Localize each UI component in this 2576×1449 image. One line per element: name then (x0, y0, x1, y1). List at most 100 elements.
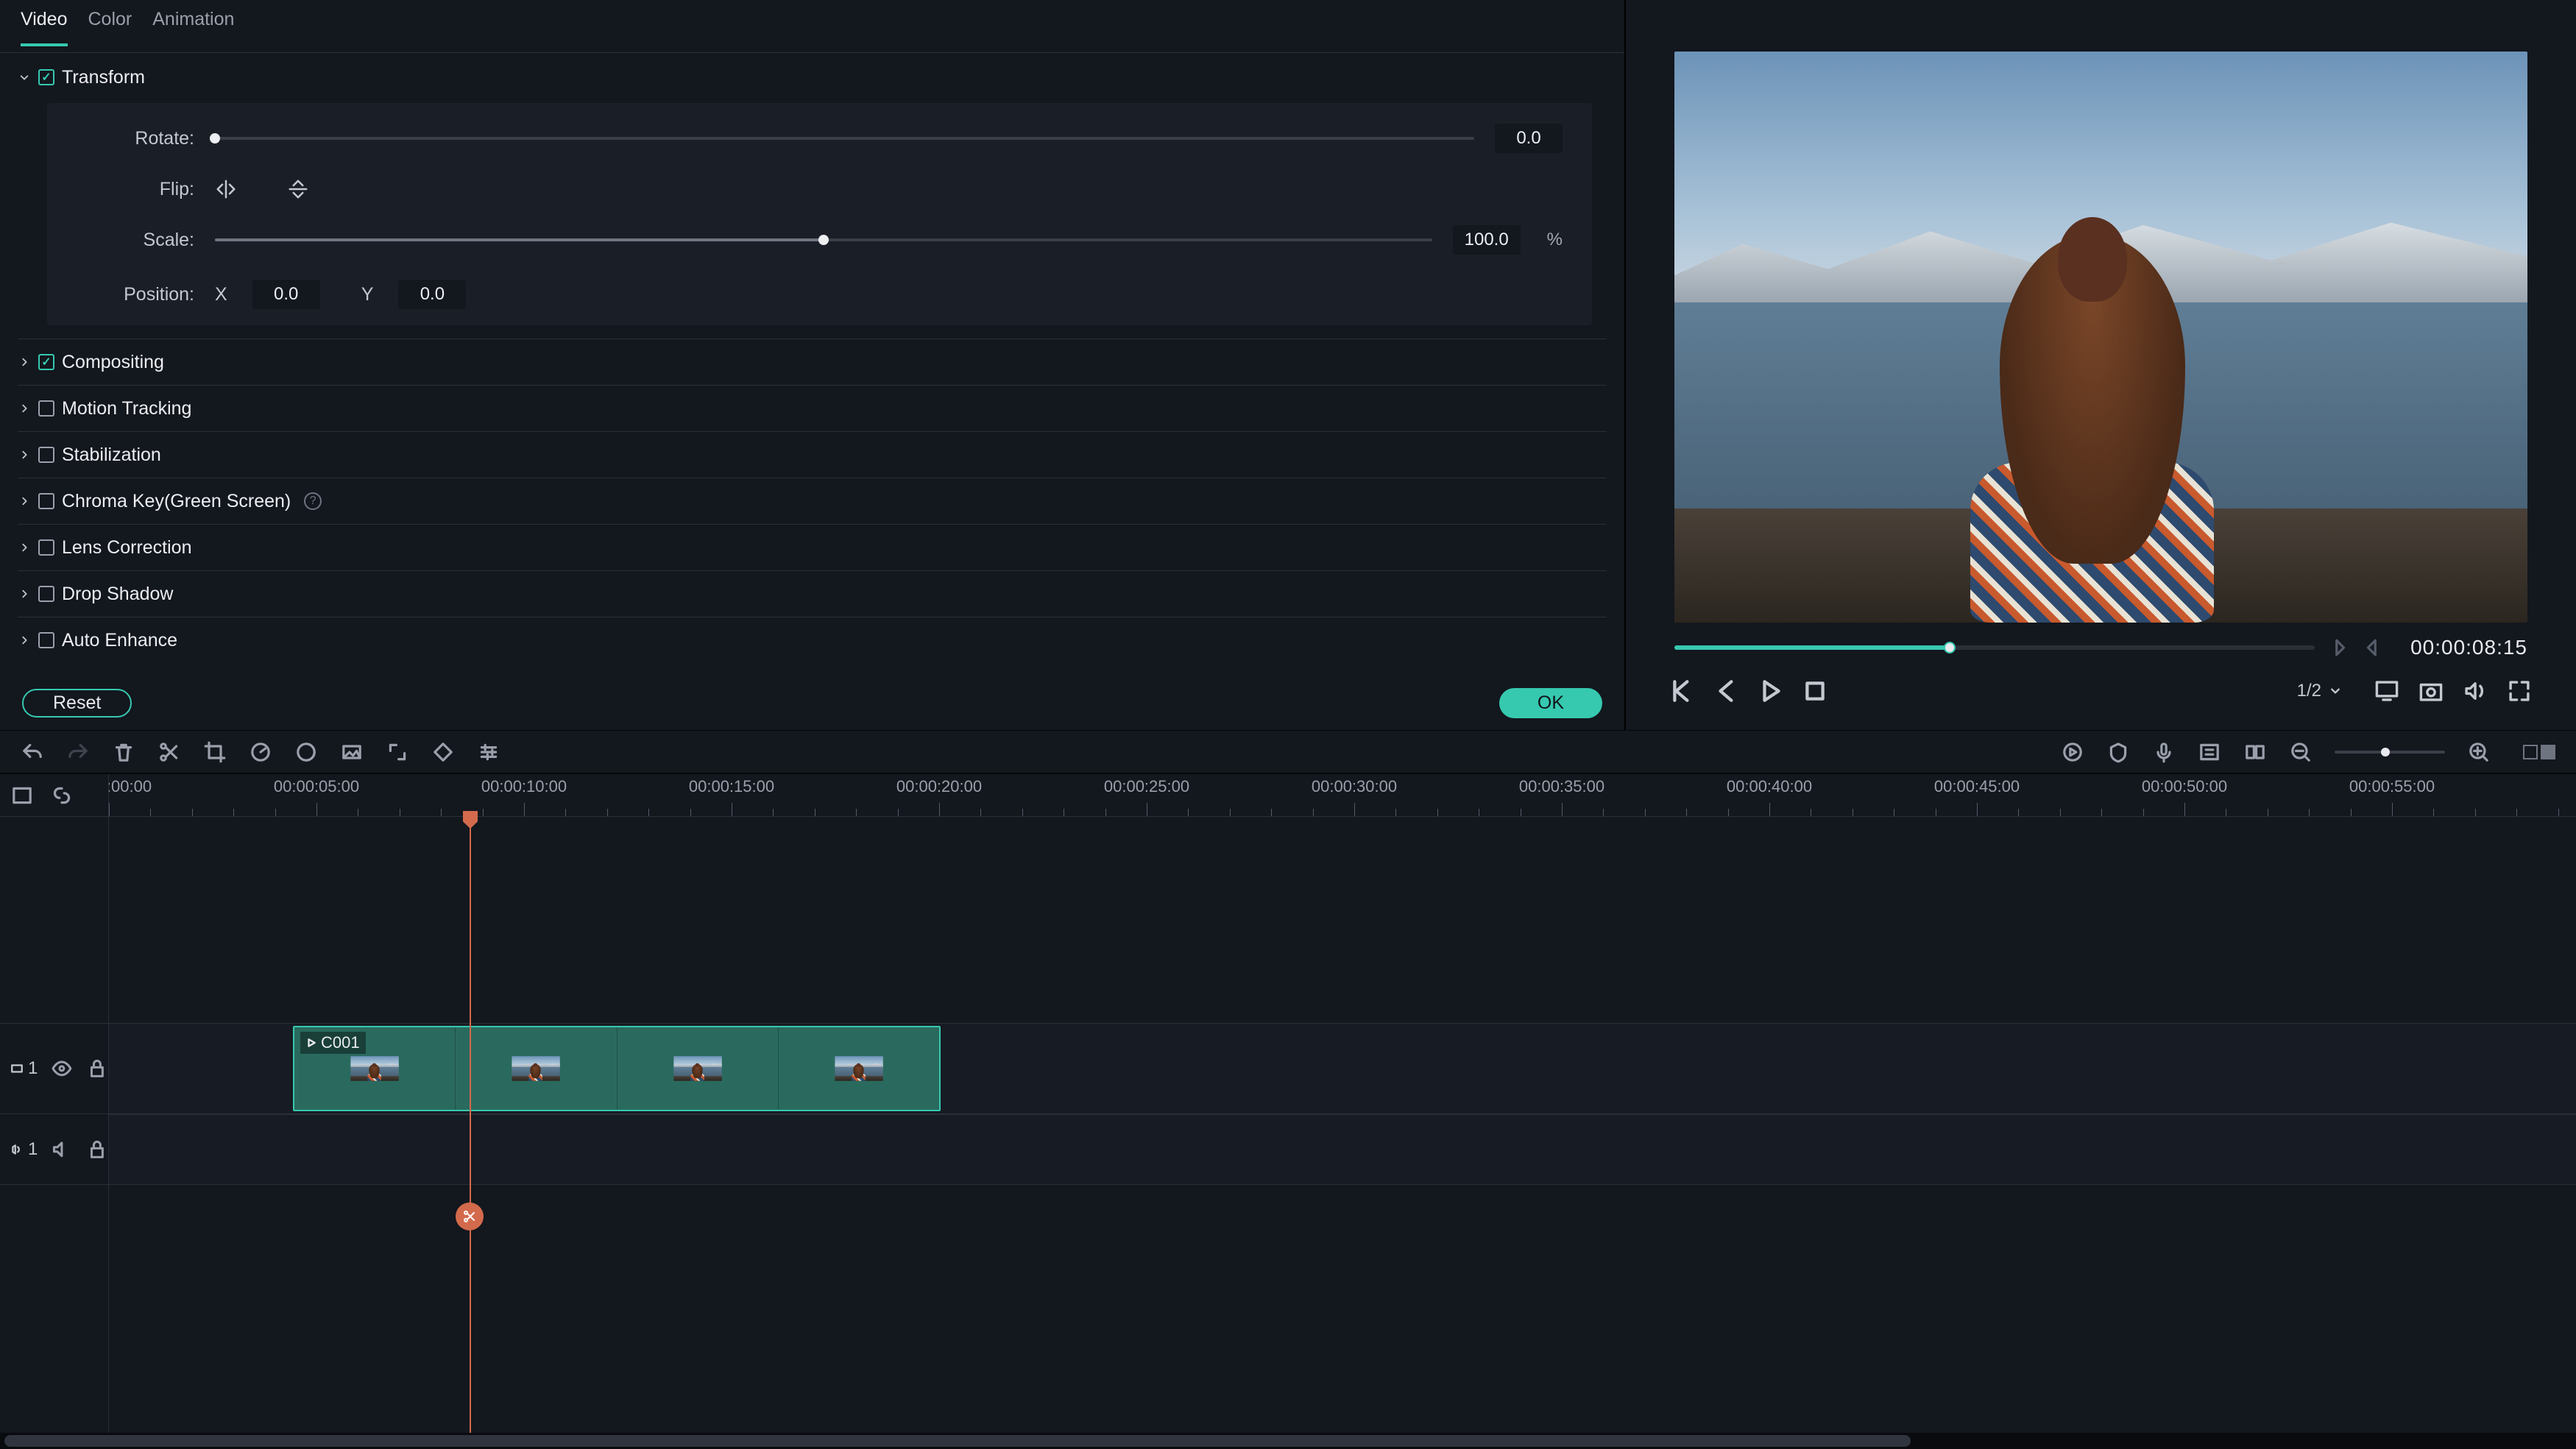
ruler-tick: 00:00:20:00 (896, 777, 982, 796)
rotate-slider[interactable] (215, 137, 1474, 140)
green-screen-button[interactable] (340, 740, 364, 764)
expand-button[interactable] (386, 740, 409, 764)
scale-slider[interactable] (215, 238, 1432, 241)
ruler-tick: 00:00:30:00 (1312, 777, 1397, 796)
section-head-auto-enhance[interactable]: Auto Enhance (18, 617, 1607, 663)
quality-dropdown[interactable]: 1/2 (2297, 681, 2355, 701)
marker-in-icon[interactable] (2329, 638, 2349, 657)
checkbox-stabilization[interactable] (38, 447, 54, 463)
checkbox-motion-tracking[interactable] (38, 400, 54, 417)
voiceover-button[interactable] (2152, 740, 2176, 764)
timeline-ruler[interactable]: 00:00:00:0000:00:05:0000:00:10:0000:00:1… (109, 774, 2576, 817)
marker-button[interactable] (2106, 740, 2130, 764)
view-mode-toggle[interactable] (2523, 745, 2555, 759)
adjust-button[interactable] (477, 740, 500, 764)
marker-out-icon[interactable] (2363, 638, 2382, 657)
audio-track-header[interactable]: 1 (0, 1114, 108, 1185)
rotate-label: Rotate: (77, 128, 194, 149)
redo-button[interactable] (66, 740, 90, 764)
preview-video[interactable] (1674, 52, 2527, 623)
preview-scrubber[interactable] (1674, 645, 2315, 650)
rotate-input[interactable] (1495, 124, 1563, 153)
zoom-slider[interactable] (2335, 751, 2445, 754)
checkbox-compositing[interactable] (38, 354, 54, 370)
scale-unit: % (1547, 230, 1563, 250)
speed-button[interactable] (249, 740, 272, 764)
prev-frame-button[interactable] (1714, 679, 1739, 704)
ruler-tick: 00:00:45:00 (1934, 777, 2020, 796)
help-icon[interactable]: ? (304, 492, 322, 510)
keyframe-button[interactable] (431, 740, 455, 764)
checkbox-auto-enhance[interactable] (38, 632, 54, 648)
section-head-chroma-key[interactable]: Chroma Key(Green Screen) ? (18, 478, 1607, 524)
lock-icon[interactable] (86, 1057, 108, 1080)
pos-y-input[interactable] (398, 280, 466, 309)
section-title: Motion Tracking (62, 398, 191, 419)
play-button[interactable] (1758, 679, 1783, 704)
audio-track-row[interactable] (109, 1114, 2576, 1185)
render-button[interactable] (2061, 740, 2084, 764)
reset-button[interactable]: Reset (22, 689, 132, 718)
step-back-button[interactable] (1670, 679, 1695, 704)
tab-color[interactable]: Color (88, 9, 132, 46)
video-clip[interactable]: C001 (293, 1026, 941, 1111)
position-label: Position: (77, 284, 194, 305)
section-title: Transform (62, 67, 145, 88)
section-head-lens-correction[interactable]: Lens Correction (18, 525, 1607, 570)
video-track-header[interactable]: 1 (0, 1023, 108, 1114)
timeline-playhead[interactable] (470, 817, 471, 1433)
pos-x-input[interactable] (252, 280, 320, 309)
checkbox-lens-correction[interactable] (38, 539, 54, 556)
section-head-transform[interactable]: Transform (18, 54, 1607, 100)
link-button[interactable] (50, 784, 74, 807)
crop-button[interactable] (203, 740, 227, 764)
volume-button[interactable] (2463, 679, 2488, 704)
flip-vertical-button[interactable] (287, 178, 309, 200)
fullscreen-button[interactable] (2507, 679, 2532, 704)
ruler-tick: 00:00:35:00 (1519, 777, 1604, 796)
lock-tracks-button[interactable] (10, 784, 34, 807)
tab-video[interactable]: Video (21, 9, 68, 46)
split-button[interactable] (158, 740, 181, 764)
preview-panel: 00:00:08:15 1/2 (1626, 0, 2576, 730)
checkbox-chroma-key[interactable] (38, 493, 54, 509)
properties-tabs: Video Color Animation (0, 0, 1624, 53)
zoom-out-button[interactable] (2289, 740, 2313, 764)
checkbox-drop-shadow[interactable] (38, 586, 54, 602)
clip-label: C001 (300, 1032, 366, 1054)
section-head-drop-shadow[interactable]: Drop Shadow (18, 571, 1607, 617)
ruler-tick: 00:00:00:00 (109, 777, 152, 796)
ruler-tick: 00:00:15:00 (689, 777, 774, 796)
cut-handle[interactable] (456, 1202, 484, 1230)
ok-button[interactable]: OK (1499, 688, 1602, 718)
caret-right-icon (18, 355, 31, 369)
ruler-tick: 00:00:55:00 (2349, 777, 2435, 796)
eye-icon[interactable] (51, 1057, 73, 1080)
timeline: 1 1 00:00:00:0000:00:05:0000:00:10:0000:… (0, 774, 2576, 1433)
display-button[interactable] (2374, 679, 2399, 704)
lock-icon[interactable] (86, 1138, 108, 1161)
section-head-stabilization[interactable]: Stabilization (18, 432, 1607, 478)
mute-icon[interactable] (51, 1138, 73, 1161)
scale-input[interactable] (1453, 225, 1521, 255)
delete-button[interactable] (112, 740, 135, 764)
properties-panel: Video Color Animation Transform Rotate: (0, 0, 1626, 730)
color-button[interactable] (294, 740, 318, 764)
checkbox-transform[interactable] (38, 69, 54, 85)
timeline-gutter: 1 1 (0, 774, 109, 1433)
snapshot-button[interactable] (2418, 679, 2444, 704)
mixer-button[interactable] (2198, 740, 2221, 764)
track-button[interactable] (2243, 740, 2267, 764)
tab-animation[interactable]: Animation (152, 9, 234, 46)
stop-button[interactable] (1802, 679, 1827, 704)
section-head-motion-tracking[interactable]: Motion Tracking (18, 386, 1607, 431)
flip-horizontal-button[interactable] (215, 178, 237, 200)
section-head-compositing[interactable]: Compositing (18, 339, 1607, 385)
undo-button[interactable] (21, 740, 44, 764)
zoom-in-button[interactable] (2467, 740, 2491, 764)
ruler-tick: 00:00:05:00 (274, 777, 359, 796)
horizontal-scrollbar[interactable] (0, 1433, 2576, 1449)
caret-right-icon (18, 587, 31, 600)
timeline-body[interactable]: 00:00:00:0000:00:05:0000:00:10:0000:00:1… (109, 774, 2576, 1433)
section-title: Drop Shadow (62, 584, 173, 605)
